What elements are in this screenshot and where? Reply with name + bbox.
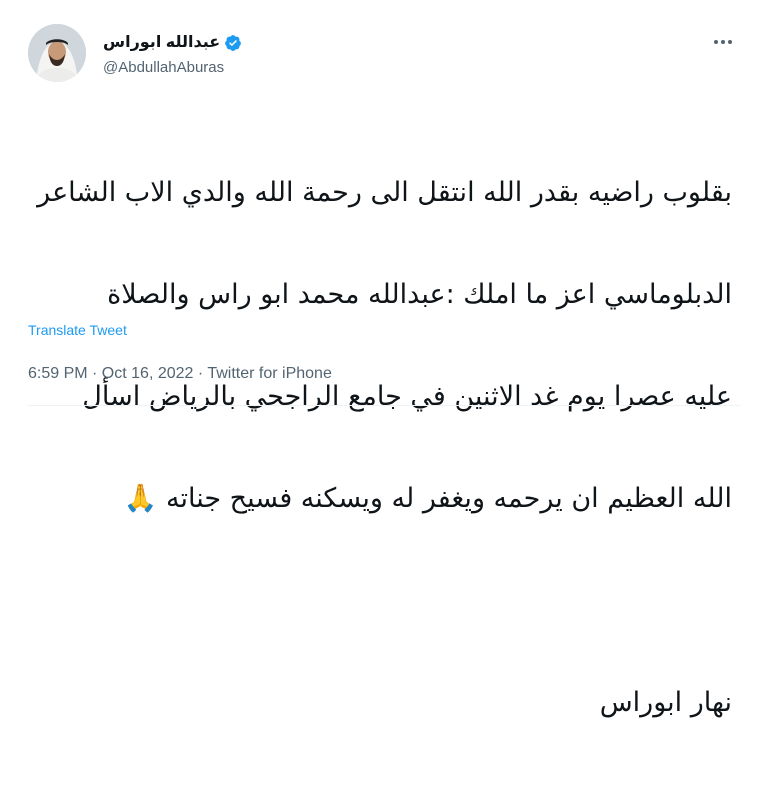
tweet-metadata[interactable]: 6:59 PM · Oct 16, 2022 · Twitter for iPh… [28,364,332,384]
avatar-image [28,24,86,82]
tweet-signature: نهار ابوراس [599,687,732,718]
name-row: عبدالله ابوراس [103,33,242,53]
tweet: عبدالله ابوراس @AbdullahAburas بقلوب راض… [0,0,762,718]
handle[interactable]: @AbdullahAburas [103,58,242,78]
tweet-text: بقلوب راضيه بقدر الله انتقل الى رحمة الل… [28,108,732,788]
tweet-text-line: عليه عصرا يوم غد الاثنين في جامع الراجحي… [82,381,732,412]
translate-tweet-link[interactable]: Translate Tweet [28,321,127,339]
tweet-text-line: الله العظيم ان يرحمه ويغفر له ويسكنه فسي… [123,483,732,514]
verified-badge-icon [224,34,242,52]
divider [28,405,740,406]
more-options-icon[interactable] [708,30,738,54]
tweet-text-line: بقلوب راضيه بقدر الله انتقل الى رحمة الل… [37,177,732,208]
tweet-text-line: الدبلوماسي اعز ما املك :عبدالله محمد ابو… [107,279,732,310]
display-name[interactable]: عبدالله ابوراس [103,33,220,53]
author-info: عبدالله ابوراس @AbdullahAburas [103,33,242,78]
tweet-text-line [28,584,732,618]
avatar[interactable] [28,24,86,82]
